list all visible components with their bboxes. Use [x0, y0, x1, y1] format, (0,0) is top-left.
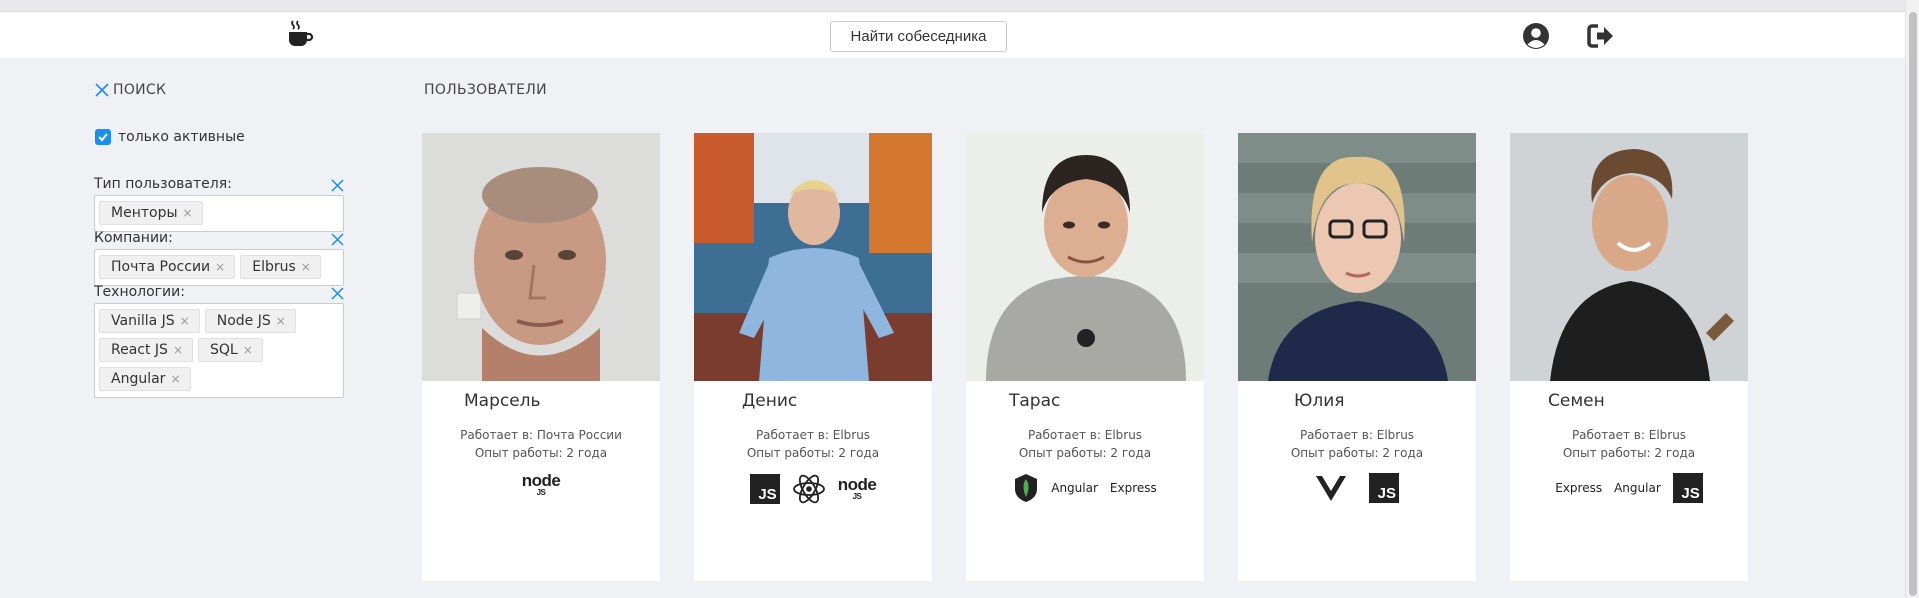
javascript-icon: JS: [1369, 473, 1399, 503]
user-card[interactable]: Тарас Работает в: Elbrus Опыт работы: 2 …: [966, 133, 1204, 581]
active-only-label: только активные: [118, 129, 245, 145]
filter-tag[interactable]: Angular ×: [99, 367, 191, 391]
filter-label: Технологии:: [94, 284, 185, 300]
user-photo[interactable]: [966, 133, 1204, 381]
user-workplace: Работает в: Elbrus: [1571, 428, 1687, 442]
user-workplace: Работает в: Elbrus: [1299, 428, 1415, 442]
nodejs-icon: node JS: [521, 471, 561, 497]
remove-tag-icon[interactable]: ×: [301, 256, 311, 278]
clear-filter-icon[interactable]: [331, 233, 344, 246]
user-photo[interactable]: [1510, 133, 1748, 381]
search-panel-title: ПОИСК: [95, 80, 166, 100]
nodejs-icon: node JS: [837, 475, 877, 501]
tech-stack: JS node JS: [694, 473, 932, 505]
vuejs-icon: [1316, 476, 1346, 501]
user-photo[interactable]: [694, 133, 932, 381]
scrollbar-thumb[interactable]: [1909, 12, 1917, 596]
user-name: Марсель: [464, 391, 541, 411]
check-icon: [98, 133, 108, 142]
user-experience: Опыт работы: 2 года: [1562, 446, 1696, 460]
filter-select-box[interactable]: Менторы ×: [94, 195, 344, 232]
user-experience: Опыт работы: 2 года: [474, 446, 608, 460]
user-experience: Опыт работы: 2 года: [1018, 446, 1152, 460]
remove-tag-icon[interactable]: ×: [183, 202, 193, 224]
clear-filter-icon[interactable]: [331, 179, 344, 192]
javascript-icon: JS: [749, 474, 780, 504]
user-name: Тарас: [1009, 391, 1061, 411]
filter-label: Тип пользователя:: [94, 176, 232, 192]
user-photo[interactable]: [1238, 133, 1476, 381]
react-icon: [792, 474, 825, 504]
user-workplace: Работает в: Elbrus: [755, 428, 871, 442]
tech-stack: JS: [1238, 473, 1476, 503]
user-card[interactable]: Денис Работает в: Elbrus Опыт работы: 2 …: [694, 133, 932, 581]
angular-label: Angular: [1051, 481, 1098, 495]
checkbox-checked[interactable]: [95, 129, 111, 145]
remove-tag-icon[interactable]: ×: [180, 310, 190, 332]
tech-stack: Express Angular JS: [1510, 473, 1748, 503]
user-name: Семен: [1548, 391, 1605, 411]
page-scrollbar[interactable]: [1905, 0, 1919, 598]
user-name: Юлия: [1294, 391, 1345, 411]
filter-user-type: Тип пользователя: Менторы ×: [94, 176, 344, 232]
top-navbar: Найти собеседника: [0, 12, 1905, 58]
javascript-icon: JS: [1672, 473, 1703, 503]
remove-tag-icon[interactable]: ×: [215, 256, 225, 278]
user-photo[interactable]: [422, 133, 660, 381]
user-card[interactable]: Марсель Работает в: Почта России Опыт ра…: [422, 133, 660, 581]
find-partner-button[interactable]: Найти собеседника: [830, 21, 1007, 52]
user-workplace: Работает в: Почта России: [460, 428, 622, 442]
user-experience: Опыт работы: 2 года: [746, 446, 880, 460]
user-card[interactable]: Юлия Работает в: Elbrus Опыт работы: 2 г…: [1238, 133, 1476, 581]
express-label: Express: [1109, 481, 1157, 495]
tech-stack: node JS: [422, 471, 660, 497]
user-name: Денис: [742, 391, 798, 411]
express-label: Express: [1555, 481, 1603, 495]
remove-tag-icon[interactable]: ×: [276, 310, 286, 332]
mongodb-icon: [1015, 474, 1038, 502]
filter-tag[interactable]: Почта России ×: [99, 255, 236, 279]
sign-out-icon[interactable]: [1587, 22, 1615, 50]
angular-label: Angular: [1614, 481, 1661, 495]
tech-stack: Angular Express: [966, 473, 1204, 503]
active-only-checkbox[interactable]: только активные: [95, 129, 245, 145]
filter-tag[interactable]: Node JS ×: [204, 309, 296, 333]
filter-label: Компании:: [94, 230, 173, 246]
filter-tag[interactable]: Elbrus ×: [240, 255, 321, 279]
filter-tag[interactable]: Менторы ×: [99, 201, 203, 225]
filter-select-box[interactable]: Почта России × Elbrus ×: [94, 249, 344, 286]
search-title-text: ПОИСК: [113, 82, 167, 98]
filter-tag[interactable]: SQL ×: [198, 338, 263, 362]
users-section-title: ПОЛЬЗОВАТЕЛИ: [424, 82, 547, 98]
filter-select-box[interactable]: Vanilla JS × Node JS × React JS × SQL × Angu…: [94, 303, 344, 398]
coffee-cup-icon[interactable]: [284, 18, 316, 50]
user-workplace: Работает в: Elbrus: [1027, 428, 1143, 442]
user-card[interactable]: Семен Работает в: Elbrus Опыт работы: 2 …: [1510, 133, 1748, 581]
clear-filter-icon[interactable]: [331, 287, 344, 300]
remove-tag-icon[interactable]: ×: [173, 339, 183, 361]
remove-tag-icon[interactable]: ×: [170, 368, 180, 390]
filter-tag[interactable]: Vanilla JS ×: [99, 309, 200, 333]
filter-companies: Компании: Почта России × Elbrus ×: [94, 230, 344, 286]
remove-tag-icon[interactable]: ×: [243, 339, 253, 361]
browser-top-strip: [0, 0, 1905, 12]
close-search-icon[interactable]: [95, 83, 109, 97]
filter-technologies: Технологии: Vanilla JS × Node JS × React J…: [94, 284, 344, 398]
user-circle-icon[interactable]: [1522, 22, 1550, 50]
filter-tag[interactable]: React JS ×: [99, 338, 194, 362]
user-experience: Опыт работы: 2 года: [1290, 446, 1424, 460]
